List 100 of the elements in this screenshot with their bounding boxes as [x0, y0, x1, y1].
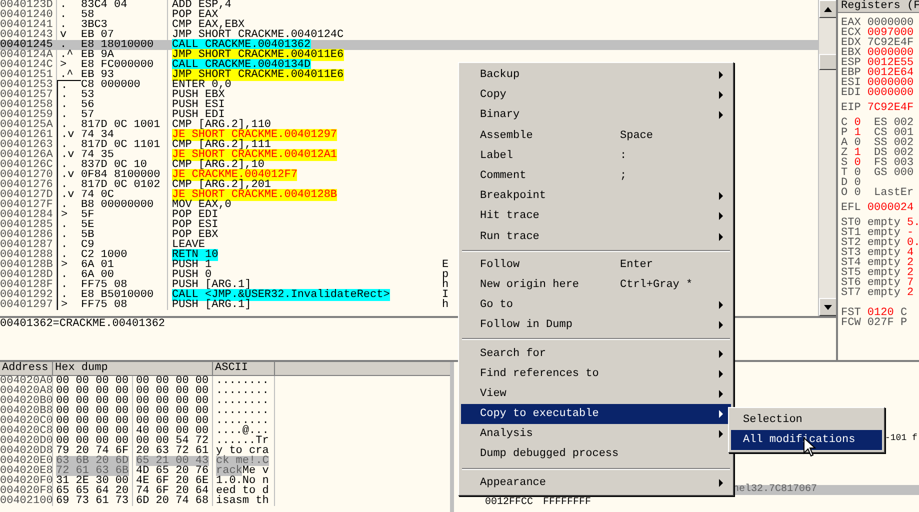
address-cell: 00401292: [0, 290, 57, 300]
up-triangle-icon: [824, 6, 832, 12]
hex-bytes-cell: 817D 0C 1101: [81, 140, 168, 150]
register-value: -: [907, 227, 914, 239]
register-value: 7C92E4F: [867, 37, 914, 49]
jump-marker: .^: [59, 70, 74, 80]
menu-item[interactable]: Backup: [461, 65, 731, 86]
menu-item[interactable]: Binary: [461, 105, 731, 126]
menu-item[interactable]: Copy to executable: [461, 404, 731, 424]
address-cell: 004020A8: [0, 386, 53, 396]
menu-item[interactable]: Follow in Dump: [461, 315, 731, 336]
register-value: 0012E64: [867, 67, 914, 79]
segment-register: CS 001: [874, 127, 914, 139]
hex-bytes-cell: 837D 0C 10: [81, 160, 168, 170]
scroll-up-button[interactable]: [819, 0, 837, 18]
segment-register: FS 003: [874, 157, 914, 169]
register-name: T: [841, 167, 848, 179]
register-value: 7: [907, 277, 914, 289]
ascii-text: ......Tr: [216, 436, 269, 446]
register-tag: empty: [867, 227, 900, 239]
column-header[interactable]: ASCII: [213, 362, 275, 375]
register-name: ESP: [841, 57, 861, 69]
address-cell: 0040125A: [0, 120, 57, 130]
address-cell: 00401270: [0, 170, 57, 180]
address-cell: 004020D8: [0, 446, 53, 456]
register-value: 0: [854, 177, 861, 189]
address-cell: 004020C8: [0, 426, 53, 436]
menu-item[interactable]: Assemble Space: [461, 126, 731, 146]
menu-item[interactable]: New origin here Ctrl+Gray *: [461, 274, 731, 296]
menu-item[interactable]: Dump debugged process: [461, 444, 731, 465]
vertical-scrollbar[interactable]: [818, 0, 836, 316]
menu-item[interactable]: Label :: [461, 146, 731, 166]
menu-item[interactable]: Selection: [731, 410, 882, 430]
instruction-text: PUSH 1: [172, 259, 212, 271]
menu-item[interactable]: Follow Enter: [461, 254, 731, 275]
segment-register: SS 002: [874, 137, 914, 149]
ascii-text: ....@...: [216, 426, 269, 436]
hex-bytes-cell: E8 FC000000: [81, 60, 168, 70]
register-name: ESI: [841, 77, 861, 89]
hex-bytes-cell: 5E: [81, 220, 168, 230]
menu-item[interactable]: Analysis: [461, 424, 731, 444]
register-value: 0: [854, 137, 861, 149]
hex-bytes-cell: 83C4 04: [81, 0, 168, 10]
hex-bytes-cell: 69 73 61 73: [56, 496, 129, 506]
address-cell: 00401259: [0, 110, 57, 120]
register-value: 7C92E4F: [867, 102, 914, 114]
instruction-text: CMP [ARG.2],110: [172, 119, 272, 131]
register-value: 0120: [867, 307, 894, 319]
hex-bytes-cell: 3BC3: [81, 20, 168, 30]
instruction-text: ENTER 0,0: [172, 79, 232, 91]
hex-bytes-cell: 65 21 00 43: [136, 456, 209, 466]
hex-bytes-cell: 79 20 74 6F: [56, 446, 129, 456]
menu-item[interactable]: View: [461, 384, 731, 404]
ascii-text: ........: [216, 406, 269, 416]
register-value: 0000000: [867, 17, 914, 29]
instruction-text: CMP [ARG.2],201: [172, 179, 272, 191]
column-header[interactable]: Hex dump: [53, 362, 213, 375]
jump-marker: .^: [59, 50, 74, 60]
selected-row[interactable]: 00401245 . E8 18010000 CALL CRACKME.00401362: [0, 40, 818, 50]
register-name: D: [841, 177, 848, 189]
menu-item[interactable]: Go to: [461, 295, 731, 316]
scroll-down-button[interactable]: [819, 298, 837, 316]
register-name: P: [841, 127, 848, 139]
instruction-text: CMP EAX,EBX: [172, 19, 245, 31]
menu-item[interactable]: Comment ;: [461, 166, 731, 186]
register-value: 0000000: [867, 87, 914, 99]
instruction-text: ADD ESP,4: [172, 0, 232, 11]
hex-bytes-cell: 00 00 00 00: [56, 426, 129, 436]
instruction-text: PUSH [ARG.1]: [172, 279, 252, 291]
menu-item[interactable]: Hit trace: [461, 206, 731, 226]
column-header[interactable]: Address: [0, 362, 53, 375]
menu-item[interactable]: Copy: [461, 85, 731, 106]
register-value: 0012E55: [867, 57, 914, 69]
register-value: 1: [854, 147, 861, 159]
scroll-thumb[interactable]: [819, 54, 837, 70]
menu-item[interactable]: Breakpoint: [461, 186, 731, 206]
menu-item[interactable]: All modifications: [731, 430, 882, 450]
address-cell: 0040128D: [0, 270, 57, 280]
register-name: EAX: [841, 17, 861, 29]
register-name: A: [841, 137, 848, 149]
menu-item[interactable]: Appearance: [461, 472, 731, 493]
hex-bytes-cell: EB 9A: [81, 50, 168, 60]
jump-marker: .: [59, 20, 68, 30]
info-line: 00401362=CRACKME.00401362: [0, 318, 166, 330]
address-cell: 004020F0: [0, 476, 53, 486]
jump-marker: v: [59, 30, 68, 40]
address-cell: 00401284: [0, 210, 57, 220]
instruction-text: PUSH EBX: [172, 89, 225, 101]
register-value: 0000024: [867, 202, 914, 214]
instruction-text: POP EBX: [172, 229, 218, 241]
hex-bytes-cell: 0F84 8100000: [81, 170, 168, 180]
jump-marker: .: [59, 0, 68, 10]
menu-item[interactable]: Search for: [461, 343, 731, 364]
value-cell-text: FFFFFFFF: [543, 498, 592, 508]
hex-bytes-cell: 4D 65 20 76: [136, 466, 209, 476]
menu-item[interactable]: Run trace: [461, 226, 731, 247]
menu-item[interactable]: Find references to: [461, 364, 731, 384]
hex-bytes-cell: 56: [81, 100, 168, 110]
register-name: EDX: [841, 37, 861, 49]
hex-bytes-cell: 65 65 64 20: [56, 486, 129, 496]
